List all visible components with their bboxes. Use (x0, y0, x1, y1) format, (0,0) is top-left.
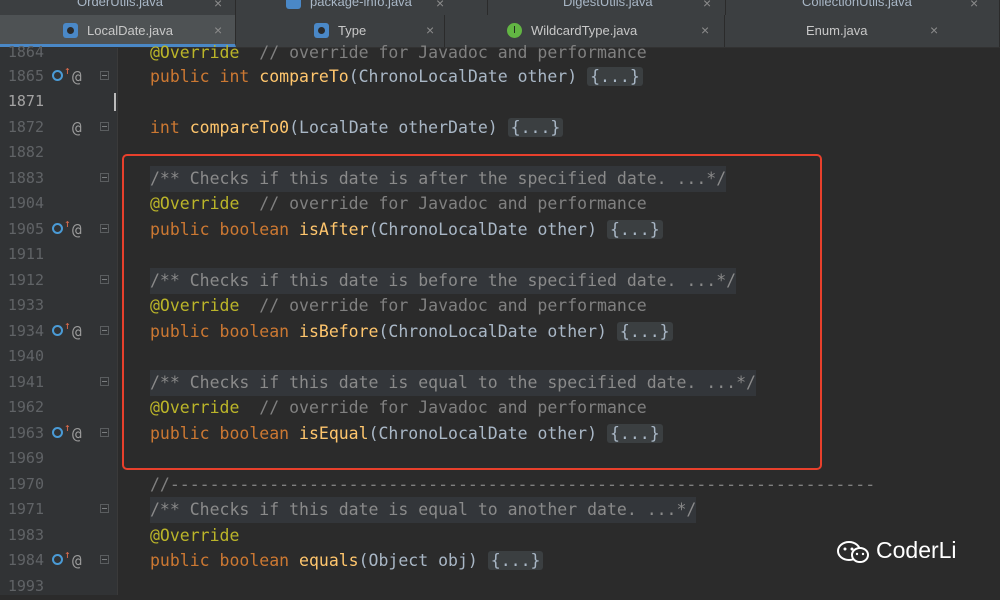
fold-toggle-icon[interactable] (100, 555, 109, 564)
fold-toggle-icon[interactable] (100, 173, 109, 182)
line-number: 1905 (7, 220, 44, 238)
close-icon[interactable]: × (701, 22, 709, 38)
line-number: 1864 (7, 43, 44, 61)
javadoc-collapsed[interactable]: /** Checks if this date is equal to anot… (150, 497, 697, 523)
line-number: 1962 (7, 398, 44, 416)
implements-method-icon[interactable] (52, 70, 63, 81)
java-class-icon (314, 23, 329, 38)
tab-order-utils[interactable]: OrderUtils.java × (0, 0, 236, 15)
package-icon (286, 0, 301, 9)
code-line: 1872 @ int compareTo0(LocalDate otherDat… (0, 115, 1000, 141)
implements-method-icon[interactable] (52, 427, 63, 438)
tab-label: WildcardType.java (531, 23, 638, 38)
close-icon[interactable]: × (703, 0, 711, 11)
annotation-at-icon: @ (72, 118, 82, 137)
interface-icon: I (507, 23, 522, 38)
implements-method-icon[interactable] (52, 325, 63, 336)
overrides-arrow-icon: ↑ (64, 319, 71, 332)
line-number: 1933 (7, 296, 44, 314)
code-line: 1970 //---------------------------------… (0, 472, 1000, 498)
close-icon[interactable]: × (214, 0, 222, 11)
overrides-arrow-icon: ↑ (64, 64, 71, 77)
line-number: 1904 (7, 194, 44, 212)
code-text: public int compareTo(ChronoLocalDate oth… (150, 64, 643, 90)
tab-label: LocalDate.java (87, 23, 173, 38)
tab-label: CollectionUtils.java (802, 0, 912, 9)
tab-collection-utils[interactable]: CollectionUtils.java × (726, 0, 1000, 15)
fold-toggle-icon[interactable] (100, 377, 109, 386)
line-number: 1963 (7, 424, 44, 442)
tab-label: package-info.java (310, 0, 412, 9)
fold-toggle-icon[interactable] (100, 224, 109, 233)
wechat-icon (837, 541, 869, 563)
line-number: 1872 (7, 118, 44, 136)
tab-package-info[interactable]: package-info.java × (236, 0, 488, 15)
line-number: 1971 (7, 500, 44, 518)
code-line: 1865 ↑ @ public int compareTo(ChronoLoca… (0, 64, 1000, 90)
overrides-arrow-icon: ↑ (64, 548, 71, 561)
fold-toggle-icon[interactable] (100, 71, 109, 80)
annotation-at-icon: @ (72, 322, 82, 341)
fold-toggle-icon[interactable] (100, 428, 109, 437)
overrides-arrow-icon: ↑ (64, 421, 71, 434)
line-number: 1865 (7, 67, 44, 85)
annotation-at-icon: @ (72, 551, 82, 570)
close-icon[interactable]: × (970, 0, 978, 11)
annotation-at-icon: @ (72, 424, 82, 443)
line-number: 1941 (7, 373, 44, 391)
annotation-at-icon: @ (72, 67, 82, 86)
line-number: 1911 (7, 245, 44, 263)
close-icon[interactable]: × (214, 22, 222, 38)
annotation-at-icon: @ (72, 220, 82, 239)
code-text: int compareTo0(LocalDate otherDate) {...… (150, 115, 564, 141)
code-text: @Override (150, 526, 240, 545)
fold-toggle-icon[interactable] (100, 122, 109, 131)
fold-toggle-icon[interactable] (100, 326, 109, 335)
code-line-current: 1871 (0, 89, 1000, 115)
line-number: 1969 (7, 449, 44, 467)
line-number: 1984 (7, 551, 44, 569)
separator-comment: //--------------------------------------… (150, 475, 876, 494)
close-icon[interactable]: × (930, 22, 938, 38)
overrides-arrow-icon: ↑ (64, 217, 71, 230)
line-number: 1970 (7, 475, 44, 493)
line-number: 1883 (7, 169, 44, 187)
tab-label: OrderUtils.java (77, 0, 163, 9)
watermark-text: CoderLi (876, 537, 957, 563)
line-number: 1912 (7, 271, 44, 289)
code-line: 1971 /** Checks if this date is equal to… (0, 497, 1000, 523)
tab-label: Enum.java (806, 23, 868, 38)
code-text: @Override // override for Javadoc and pe… (150, 43, 647, 62)
line-number: 1882 (7, 143, 44, 161)
line-number: 1871 (7, 92, 44, 110)
text-caret (114, 93, 116, 111)
line-number: 1940 (7, 347, 44, 365)
close-icon[interactable]: × (436, 0, 444, 11)
code-line: 1864 @Override // override for Javadoc a… (0, 40, 1000, 66)
implements-method-icon[interactable] (52, 554, 63, 565)
line-number: 1993 (7, 577, 44, 595)
fold-toggle-icon[interactable] (100, 504, 109, 513)
fold-toggle-icon[interactable] (100, 275, 109, 284)
tab-digest-utils[interactable]: DigestUtils.java × (488, 0, 726, 15)
close-icon[interactable]: × (426, 22, 434, 38)
line-number: 1934 (7, 322, 44, 340)
line-number: 1983 (7, 526, 44, 544)
tab-label: Type (338, 23, 367, 38)
code-text: public boolean equals(Object obj) {...} (150, 548, 544, 574)
highlight-annotation-box (122, 154, 822, 470)
editor-tabs-row-upper: OrderUtils.java × package-info.java × Di… (0, 0, 1000, 15)
implements-method-icon[interactable] (52, 223, 63, 234)
code-line: 1993 (0, 574, 1000, 600)
java-class-icon (63, 23, 78, 38)
tab-label: DigestUtils.java (563, 0, 653, 9)
